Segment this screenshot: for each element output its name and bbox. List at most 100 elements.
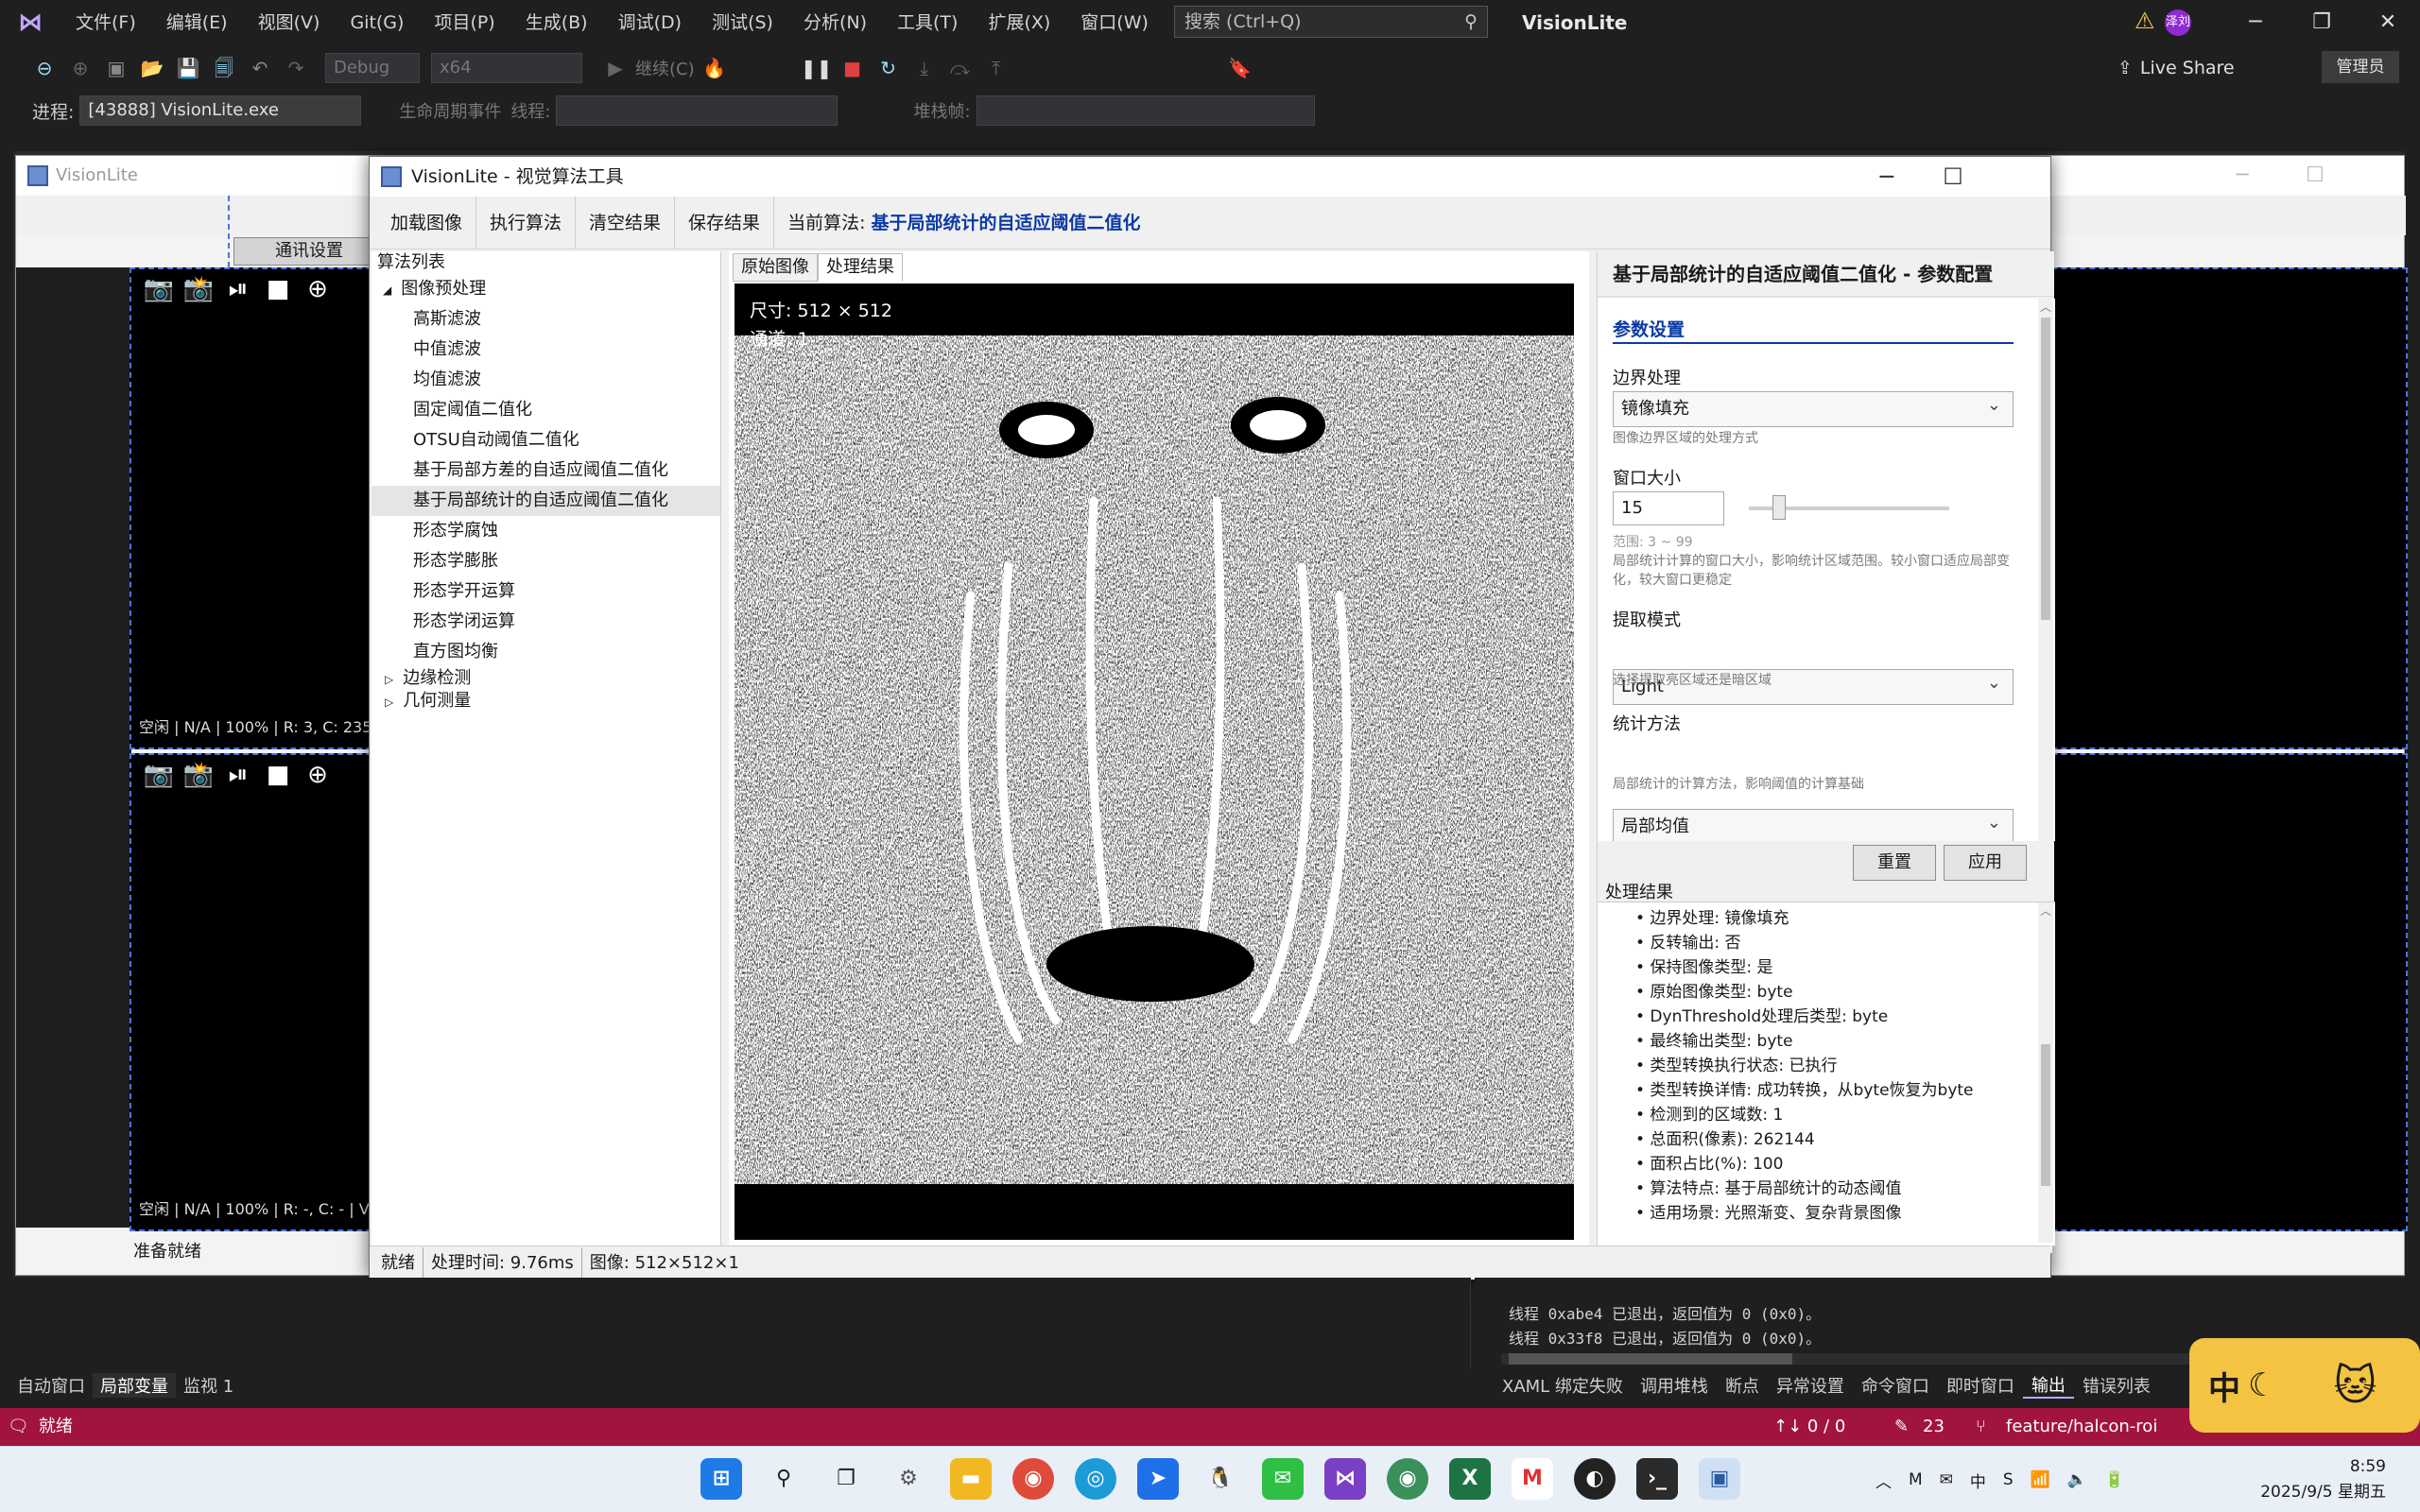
param-scrollbar[interactable]: ︿ (2038, 299, 2053, 841)
search-icon[interactable]: ⚲ (763, 1458, 804, 1500)
tree-item[interactable]: 形态学闭运算 (372, 607, 720, 637)
tray-chevron-icon[interactable]: ︿ (1876, 1469, 1892, 1492)
hot-reload-icon[interactable]: 🔥 (699, 52, 731, 84)
qq-icon[interactable]: 🐧 (1200, 1458, 1241, 1500)
redo-icon[interactable]: ↷ (280, 52, 312, 84)
bottom-tab[interactable]: 异常设置 (1768, 1373, 1853, 1398)
snapshot-icon[interactable]: 📸 (179, 761, 218, 789)
tree-item[interactable]: 基于局部统计的自适应阈值二值化 (372, 486, 720, 516)
battery-icon[interactable]: 🔋 (2104, 1470, 2124, 1489)
bottom-tab[interactable]: 调用堆栈 (1632, 1373, 1717, 1398)
menu-item[interactable]: 测试(S) (697, 0, 788, 45)
menu-item[interactable]: 文件(F) (60, 0, 151, 45)
menu-item[interactable]: 窗口(W) (1065, 0, 1164, 45)
tree-item[interactable]: 基于局部方差的自适应阈值二值化 (372, 455, 720, 486)
tray-ime-indicator[interactable]: 中 (1970, 1469, 1986, 1492)
new-project-icon[interactable]: ▣ (100, 52, 132, 84)
window-size-slider-thumb[interactable] (1772, 495, 1786, 520)
tree-group-preprocess[interactable]: ◢ 图像预处理 (372, 274, 720, 304)
result-image[interactable]: 尺寸: 512 × 512 通道: 1 (735, 284, 1574, 1240)
tree-item[interactable]: 固定阈值二值化 (372, 395, 720, 425)
chrome-icon[interactable]: ◉ (1012, 1458, 1054, 1500)
start-icon[interactable]: ⊞ (700, 1458, 742, 1500)
edge-icon[interactable]: ◎ (1075, 1458, 1116, 1500)
save-results-button[interactable]: 保存结果 (675, 196, 775, 249)
task-view-icon[interactable]: ❐ (825, 1458, 867, 1500)
undo-icon[interactable]: ↶ (244, 52, 276, 84)
step-out-icon[interactable]: ⤒ (980, 52, 1012, 84)
platform-select[interactable]: x64 (431, 53, 582, 83)
menu-item[interactable]: 编辑(E) (151, 0, 243, 45)
git-changes[interactable]: ↑↓ 0 / 0 (1773, 1408, 1845, 1446)
step-into-icon[interactable]: ⤓ (908, 52, 941, 84)
bottom-tab[interactable]: XAML 绑定失败 (1494, 1373, 1632, 1398)
collapse-icon[interactable]: ▷ (385, 673, 393, 686)
camera-icon[interactable]: 📷 (139, 761, 179, 789)
scroll-thumb[interactable] (2041, 318, 2050, 620)
lifecycle-label[interactable]: 生命周期事件 (399, 98, 501, 123)
dialog-minimize-icon[interactable]: ─ (1854, 157, 1920, 197)
pause-icon[interactable]: ❚❚ (801, 52, 833, 84)
tray-gmail-icon[interactable]: M (1909, 1470, 1923, 1489)
file-explorer-icon[interactable]: ▬ (950, 1458, 992, 1500)
bottom-tab[interactable]: 监视 1 (176, 1373, 241, 1398)
snapshot-icon[interactable]: 📸 (179, 275, 218, 303)
continue-icon[interactable]: ▶ (599, 52, 631, 84)
tree-item[interactable]: 形态学膨胀 (372, 546, 720, 576)
scroll-thumb[interactable] (2041, 1044, 2050, 1186)
clear-results-button[interactable]: 清空结果 (576, 196, 676, 249)
menu-item[interactable]: Git(G) (335, 0, 419, 45)
comm-settings-tab[interactable]: 通讯设置 (233, 237, 385, 266)
step-over-icon[interactable]: ⤼ (944, 52, 977, 84)
apply-button[interactable]: 应用 (1944, 845, 2027, 881)
bottom-tab[interactable]: 命令窗口 (1853, 1373, 1938, 1398)
load-image-button[interactable]: 加载图像 (377, 196, 477, 249)
window-size-input[interactable]: 15 (1613, 491, 1724, 525)
save-icon[interactable]: 💾 (172, 52, 204, 84)
add-icon[interactable]: ⊕ (298, 761, 337, 789)
live-share-button[interactable]: ⇪ Live Share (2118, 51, 2235, 85)
bottom-tab[interactable]: 自动窗口 (9, 1373, 93, 1398)
tree-item[interactable]: 形态学开运算 (372, 576, 720, 607)
vs-search-box[interactable]: 搜索 (Ctrl+Q) ⚲ (1174, 6, 1488, 38)
border-select[interactable]: 镜像填充 (1613, 388, 2014, 427)
config-select[interactable]: Debug (325, 53, 420, 83)
menu-item[interactable]: 调试(D) (603, 0, 697, 45)
dialog-maximize-icon[interactable]: ☐ (1920, 157, 1986, 197)
avatar[interactable]: 泽刘 (2165, 9, 2191, 36)
back-minimize-icon[interactable]: ─ (2209, 156, 2275, 196)
bottom-tab[interactable]: 即时窗口 (1938, 1373, 2023, 1398)
terminal-icon[interactable]: ›_ (1636, 1458, 1678, 1500)
minimize-icon[interactable]: ─ (2223, 0, 2288, 45)
tree-item[interactable]: 直方图均衡 (372, 637, 720, 667)
tree-group-geometry[interactable]: ▷ 几何测量 (372, 690, 720, 713)
wechat-icon[interactable]: ✉ (1262, 1458, 1304, 1500)
bottom-tab[interactable]: 局部变量 (93, 1373, 176, 1398)
clock[interactable]: 8:59 2025/9/5 星期五 (2254, 1454, 2386, 1505)
edit-count[interactable]: 23 (1923, 1408, 1945, 1446)
visual-studio-icon[interactable]: ⋈ (1324, 1458, 1366, 1500)
menu-item[interactable]: 工具(T) (882, 0, 973, 45)
back-maximize-icon[interactable]: ☐ (2282, 156, 2348, 196)
ime-mascot-widget[interactable]: 中 ☾ 🐱 (2189, 1338, 2420, 1433)
scroll-up-icon[interactable]: ︿ (2038, 299, 2053, 318)
gmail-icon[interactable]: M (1512, 1458, 1553, 1500)
menu-item[interactable]: 视图(V) (243, 0, 336, 45)
menu-item[interactable]: 分析(N) (788, 0, 882, 45)
expand-icon[interactable]: ◢ (383, 284, 391, 297)
restore-icon[interactable]: ❐ (2290, 0, 2354, 45)
menu-item[interactable]: 扩展(X) (973, 0, 1065, 45)
thread-select[interactable] (556, 95, 838, 126)
collapse-icon[interactable]: ▷ (385, 696, 393, 709)
bottom-tab[interactable]: 错误列表 (2074, 1373, 2159, 1398)
git-branch[interactable]: feature/halcon-roi (2006, 1408, 2157, 1446)
process-select[interactable]: [43888] VisionLite.exe (79, 95, 362, 126)
tree-item[interactable]: 中值滤波 (372, 335, 720, 365)
tray-app-icon[interactable]: S (2003, 1470, 2014, 1489)
forward-icon[interactable]: ⊕ (64, 52, 96, 84)
run-algorithm-button[interactable]: 执行算法 (476, 196, 577, 249)
continue-button[interactable]: 继续(C) (635, 56, 695, 80)
feishu-icon[interactable]: ➤ (1137, 1458, 1179, 1500)
tree-item[interactable]: 形态学腐蚀 (372, 516, 720, 546)
tab-result[interactable]: 处理结果 (818, 253, 903, 282)
